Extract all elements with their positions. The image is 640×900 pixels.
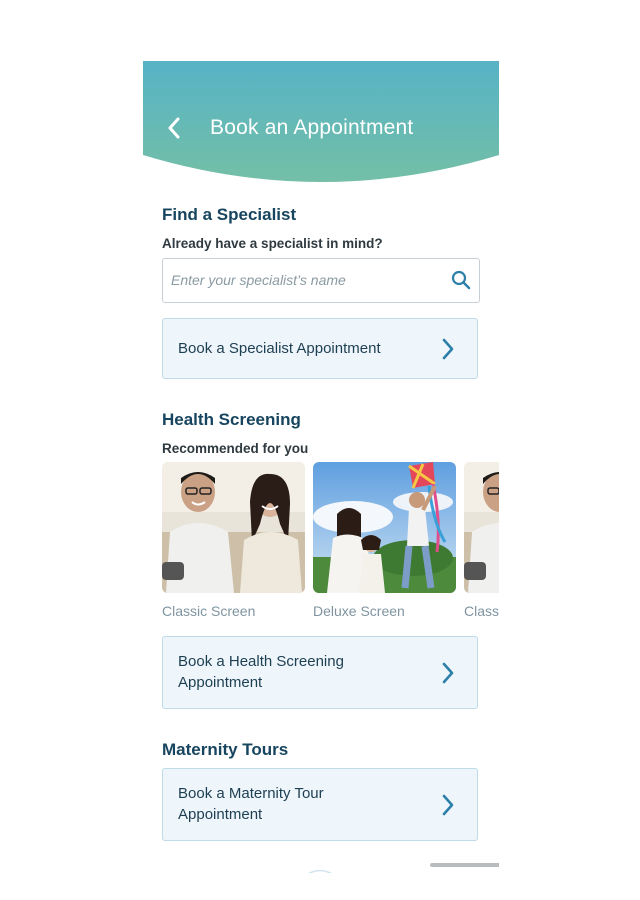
package-card-deluxe[interactable]: Deluxe Screen (313, 462, 456, 619)
book-specialist-label: Book a Specialist Appointment (178, 340, 381, 357)
book-maternity-button[interactable]: Book a Maternity Tour Appointment (162, 768, 478, 841)
floating-button-edge[interactable] (300, 865, 340, 873)
screening-subheading: Recommended for you (162, 441, 309, 456)
maternity-heading: Maternity Tours (162, 740, 289, 759)
specialist-subheading: Already have a specialist in mind? (162, 236, 383, 251)
chevron-right-icon (442, 338, 454, 360)
package-label: Classic Screen (464, 603, 499, 619)
search-icon[interactable] (451, 270, 471, 290)
book-specialist-button[interactable]: Book a Specialist Appointment (162, 318, 478, 379)
package-label: Deluxe Screen (313, 603, 405, 619)
search-box (162, 258, 480, 303)
specialist-heading: Find a Specialist (162, 205, 297, 224)
back-button[interactable] (161, 113, 187, 143)
package-label: Classic Screen (162, 603, 256, 619)
chevron-right-icon (442, 662, 454, 684)
screening-heading: Health Screening (162, 410, 301, 429)
specialist-search-input[interactable] (171, 259, 441, 300)
chevron-left-icon (168, 117, 180, 139)
package-image-couple (162, 462, 305, 593)
package-image-family-kite (313, 462, 456, 593)
book-maternity-label: Book a Maternity Tour Appointment (178, 785, 324, 823)
book-screening-label: Book a Health Screening Appointment (178, 653, 344, 691)
package-card-classic-2[interactable]: Classic Screen (464, 462, 499, 619)
chevron-right-icon (442, 794, 454, 816)
page-title: Book an Appointment (210, 116, 414, 139)
book-screening-button[interactable]: Book a Health Screening Appointment (162, 636, 478, 709)
package-card-classic[interactable]: Classic Screen (162, 462, 305, 619)
header: Book an Appointment (143, 61, 499, 185)
home-indicator (430, 863, 499, 867)
package-image-couple (464, 462, 499, 593)
app-screen: Book an Appointment Find a Specialist Al… (143, 61, 499, 873)
